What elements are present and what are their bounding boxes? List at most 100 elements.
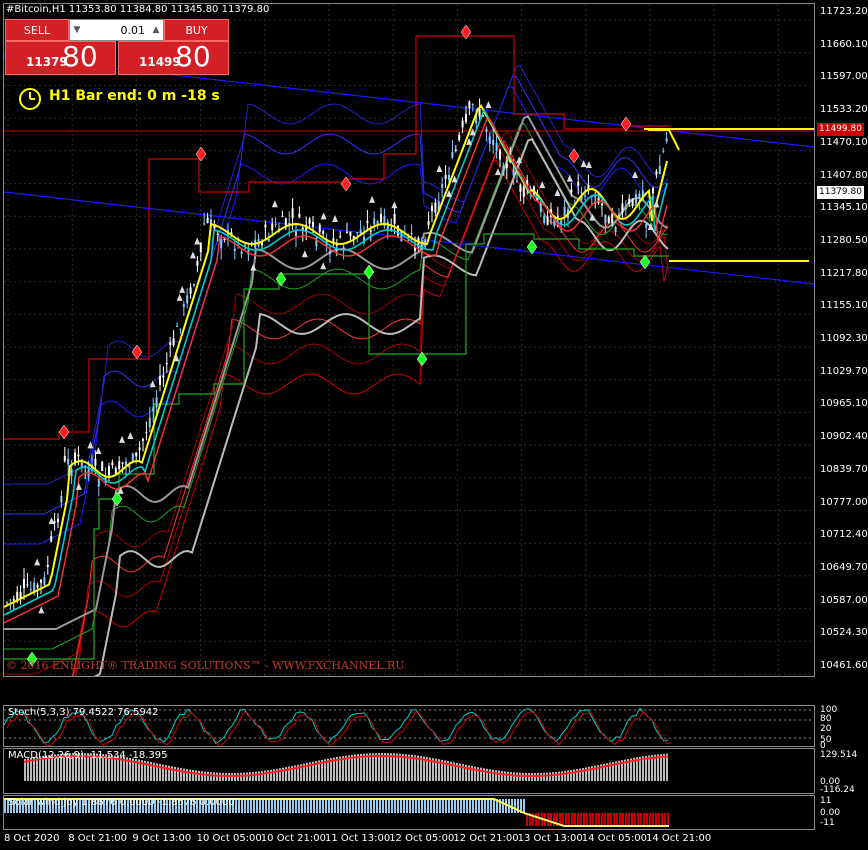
macd-histogram-bar — [180, 768, 182, 781]
solar-bar-negative — [631, 813, 633, 826]
lot-increase-icon[interactable]: ▲ — [149, 20, 163, 40]
candle-body — [665, 138, 668, 142]
sell-button[interactable]: SELL — [5, 19, 69, 41]
candle-body — [631, 198, 634, 206]
candle-body — [546, 216, 549, 225]
sell-price-box[interactable]: 11379 80 — [5, 40, 116, 75]
macd-histogram-bar — [522, 772, 524, 781]
solar-wind-pane[interactable]: Solar wind joy 1.8676 0.0000 -1.8676 0.0… — [3, 795, 815, 830]
candle-body — [196, 260, 199, 266]
macd-histogram-bar — [243, 772, 245, 781]
solar-bar-positive — [289, 799, 291, 813]
solar-bar-negative — [610, 813, 612, 826]
lot-size-field[interactable]: ▼ 0.01 ▲ — [69, 19, 164, 41]
macd-histogram-bar — [492, 769, 494, 781]
macd-histogram-bar — [555, 771, 557, 781]
candle-body — [318, 224, 321, 232]
candle-body — [87, 468, 90, 476]
candle-body — [179, 328, 182, 330]
buy-button[interactable]: BUY — [164, 19, 229, 41]
solar-bar-positive — [286, 799, 288, 813]
candle-body — [505, 163, 508, 169]
solar-bar-positive — [379, 799, 381, 813]
buy-price-box[interactable]: 11499 80 — [118, 40, 229, 75]
macd-histogram-bar — [495, 770, 497, 781]
candle-body — [145, 432, 148, 434]
candle-body — [655, 171, 658, 175]
stochastic-pane[interactable]: Stoch(5,3,3) 79.4522 76.5942 — [3, 705, 815, 747]
solar-bar-negative — [577, 813, 579, 826]
macd-histogram-bar — [564, 770, 566, 781]
macd-histogram-bar — [666, 753, 668, 781]
solar-bar-positive — [259, 799, 261, 813]
price-axis-label: 11029.70 — [820, 365, 868, 377]
candle-body — [271, 223, 274, 231]
candle-body — [312, 221, 314, 227]
candle-body — [216, 233, 219, 235]
solar-bar-positive — [304, 799, 306, 813]
solar-bar-positive — [466, 799, 468, 813]
candle-body — [138, 447, 141, 450]
candle-body — [281, 216, 284, 218]
candle-body — [607, 216, 610, 224]
candle-body — [584, 195, 586, 197]
fractal-arrow-icon — [539, 181, 546, 189]
price-axis-label: 10461.60 — [820, 660, 868, 671]
main-chart-pane[interactable] — [3, 3, 815, 677]
envelope-band-line — [75, 159, 669, 676]
one-click-trading-panel: SELL ▼ 0.01 ▲ BUY 11379 80 11499 80 — [5, 19, 229, 77]
macd-histogram-bar — [528, 772, 530, 781]
solar-bar-positive — [328, 799, 330, 813]
solar-bar-positive — [400, 799, 402, 813]
sell-signal-icon — [58, 424, 70, 440]
solar-bar-positive — [523, 799, 525, 813]
fractal-arrow-icon — [391, 201, 398, 209]
date-axis-label: 12 Oct 05:00 — [389, 833, 455, 844]
candle-body — [203, 223, 206, 225]
candle-body — [291, 208, 294, 219]
fractal-arrow-icon — [485, 100, 492, 108]
solar-bar-positive — [421, 799, 423, 813]
candle-body — [162, 375, 165, 378]
candle-body — [233, 248, 236, 251]
solar-bar-negative — [580, 813, 582, 826]
macd-histogram-bar — [213, 772, 215, 781]
macd-histogram-bar — [558, 771, 560, 781]
candle-body — [448, 175, 450, 180]
solar-bar-negative — [655, 813, 657, 826]
solar-bar-positive — [322, 799, 324, 813]
solar-bar-negative — [535, 813, 537, 826]
fractal-arrow-icon — [189, 251, 196, 259]
candle-body — [441, 183, 444, 188]
candle-body — [645, 223, 648, 228]
candle-body — [628, 198, 631, 204]
macd-histogram-bar — [237, 772, 239, 781]
macd-histogram-bar — [231, 772, 233, 781]
macd-histogram-bar — [483, 768, 485, 781]
solar-bar-positive — [337, 799, 339, 813]
price-axis-label: 11723.20 — [820, 6, 868, 17]
price-axis-label: 11407.80 — [820, 169, 868, 181]
solar-bar-positive — [244, 799, 246, 813]
fractal-arrow-icon — [632, 170, 639, 178]
chart-window[interactable]: #Bitcoin,H1 11353.80 11384.80 11345.80 1… — [0, 0, 868, 850]
solar-bar-negative — [664, 813, 666, 826]
solar-bar-positive — [493, 799, 495, 813]
solar-bar-positive — [358, 799, 360, 813]
candle-body — [427, 221, 430, 226]
macd-histogram-bar — [201, 771, 203, 781]
date-axis-label: 10 Oct 21:00 — [260, 833, 326, 844]
candle-body — [121, 462, 124, 465]
fractal-arrow-icon — [34, 558, 41, 566]
lot-decrease-icon[interactable]: ▼ — [70, 20, 84, 40]
macd-histogram-bar — [549, 772, 551, 781]
candle-body — [512, 168, 515, 176]
solar-bar-negative — [640, 813, 642, 826]
solar-bar-negative — [601, 813, 603, 826]
candle-body — [264, 224, 267, 228]
candle-body — [400, 231, 403, 242]
solar-bar-negative — [550, 813, 552, 826]
macd-pane[interactable]: MACD(12,26,9) -11.534 -18.395 — [3, 748, 815, 794]
candle-body — [519, 184, 522, 192]
price-axis-label: 10649.70 — [820, 561, 868, 573]
